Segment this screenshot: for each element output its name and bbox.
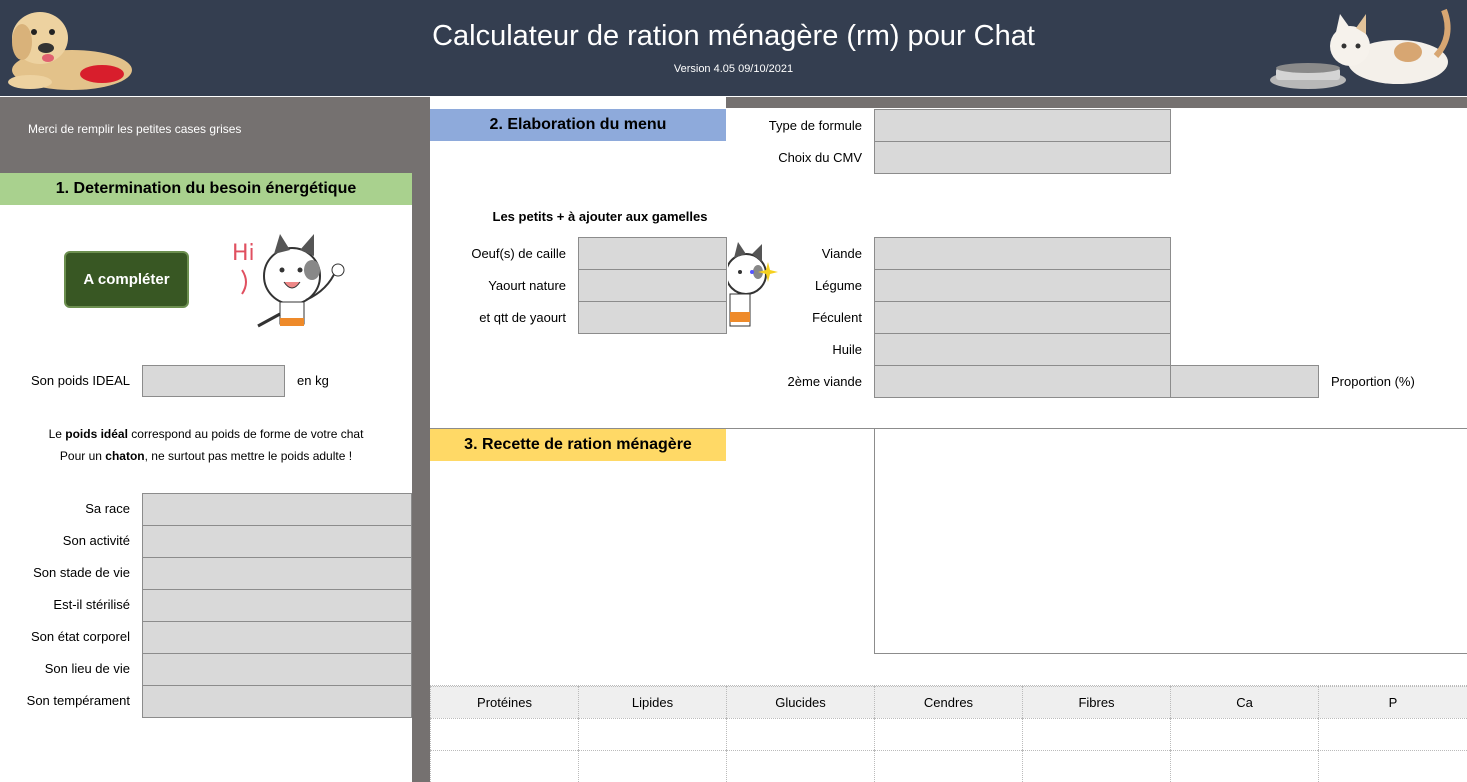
nutrient-cell-lipids-1: [578, 718, 726, 750]
nutrient-cell-fiber-2: [1022, 750, 1170, 782]
temperament-label: Son tempérament: [26, 693, 130, 708]
note-text: , ne surtout pas mettre le poids adulte …: [144, 449, 353, 463]
weight-input[interactable]: [142, 365, 285, 397]
extras-title: Les petits + à ajouter aux gamelles: [492, 209, 708, 224]
yogurt-label: Yaourt nature: [488, 278, 566, 293]
oil-select[interactable]: [874, 333, 1171, 366]
nutrient-header-phosphorus: P: [1318, 686, 1467, 718]
sterilized-label: Est-il stérilisé: [53, 597, 130, 612]
svg-text:Hi: Hi: [232, 241, 255, 266]
nutrient-cell-proteins-1: [430, 718, 578, 750]
top-right-grey-strip: [726, 97, 1467, 108]
section1-title: 1. Determination du besoin énergétique: [0, 173, 412, 205]
version-label: Version 4.05 09/10/2021: [673, 63, 794, 75]
formula-type-label: Type de formule: [768, 118, 862, 133]
weight-note-line1: Le poids idéal correspond au poids de fo…: [0, 427, 412, 441]
page-title: Calculateur de ration ménagère (rm) pour…: [432, 20, 1035, 52]
yogurt-select[interactable]: [578, 269, 727, 302]
activity-label: Son activité: [62, 533, 130, 548]
nutrient-header-carbs: Glucides: [726, 686, 874, 718]
cmv-select[interactable]: [874, 141, 1171, 174]
note-text: Le: [48, 427, 66, 441]
oil-label: Huile: [832, 342, 862, 357]
life-stage-select[interactable]: [142, 557, 412, 590]
column-separator: [412, 173, 430, 782]
note-bold-ideal-weight: poids idéal: [65, 427, 128, 441]
sterilized-select[interactable]: [142, 589, 412, 622]
starch-select[interactable]: [874, 301, 1171, 334]
second-meat-select[interactable]: [874, 365, 1171, 398]
nutrient-cell-phosphorus-1: [1318, 718, 1467, 750]
yogurt-qty-label: et qtt de yaourt: [479, 310, 566, 325]
nutrient-cell-phosphorus-2: [1318, 750, 1467, 782]
nutrient-cell-calcium-2: [1170, 750, 1318, 782]
yogurt-qty-input[interactable]: [578, 301, 727, 334]
body-condition-label: Son état corporel: [30, 629, 130, 644]
cmv-label: Choix du CMV: [778, 150, 862, 165]
life-stage-label: Son stade de vie: [33, 565, 130, 580]
nutrient-cell-proteins-2: [430, 750, 578, 782]
race-select[interactable]: [142, 493, 412, 526]
note-bold-kitten: chaton: [105, 449, 145, 463]
proportion-input[interactable]: [1170, 365, 1319, 398]
vegetable-select[interactable]: [874, 269, 1171, 302]
quail-egg-label: Oeuf(s) de caille: [471, 246, 566, 261]
nutrient-header-ash: Cendres: [874, 686, 1022, 718]
nutrient-header-lipids: Lipides: [578, 686, 726, 718]
nutrient-header-proteins: Protéines: [430, 686, 578, 718]
section2-title: 2. Elaboration du menu: [430, 109, 726, 141]
instructions-text: Merci de remplir les petites cases grise…: [28, 122, 242, 136]
nutrient-header-fiber: Fibres: [1022, 686, 1170, 718]
body-condition-select[interactable]: [142, 621, 412, 654]
race-label: Sa race: [85, 501, 130, 516]
starch-label: Féculent: [812, 310, 862, 325]
vegetable-label: Légume: [815, 278, 862, 293]
nutrient-cell-ash-1: [874, 718, 1022, 750]
proportion-label: Proportion (%): [1331, 374, 1415, 389]
second-meat-label: 2ème viande: [787, 374, 862, 389]
weight-note-line2: Pour un chaton, ne surtout pas mettre le…: [0, 449, 412, 463]
complete-button[interactable]: A compléter: [64, 251, 189, 308]
meat-label: Viande: [821, 246, 862, 261]
nutrient-cell-carbs-2: [726, 750, 874, 782]
living-place-select[interactable]: [142, 653, 412, 686]
recipe-output-box: [874, 429, 1467, 654]
living-place-label: Son lieu de vie: [44, 661, 130, 676]
nutrient-cell-lipids-2: [578, 750, 726, 782]
nutrient-cell-calcium-1: [1170, 718, 1318, 750]
nutrient-cell-ash-2: [874, 750, 1022, 782]
nutrient-cell-fiber-1: [1022, 718, 1170, 750]
nutrient-cell-carbs-1: [726, 718, 874, 750]
weight-label: Son poids IDEAL: [30, 373, 130, 388]
section3-title: 3. Recette de ration ménagère: [430, 429, 726, 461]
note-text: Pour un: [59, 449, 106, 463]
quail-egg-input[interactable]: [578, 237, 727, 270]
note-text: correspond au poids de forme de votre ch…: [127, 427, 364, 441]
formula-type-select[interactable]: [874, 109, 1171, 142]
weight-unit: en kg: [297, 373, 329, 388]
nutrient-header-calcium: Ca: [1170, 686, 1318, 718]
meat-select[interactable]: [874, 237, 1171, 270]
activity-select[interactable]: [142, 525, 412, 558]
temperament-select[interactable]: [142, 685, 412, 718]
waving-cat-sticker: Hi: [232, 234, 345, 328]
